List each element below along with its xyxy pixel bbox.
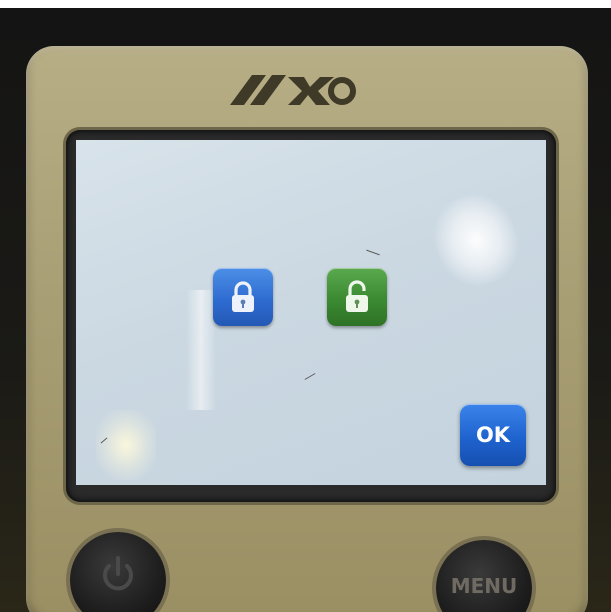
lock-closed-button[interactable] xyxy=(213,268,273,326)
padlock-open-icon xyxy=(346,280,368,312)
ok-button[interactable]: OK xyxy=(460,404,526,466)
photo-scene: OK MENU xyxy=(0,0,611,612)
screen-glare xyxy=(186,290,216,410)
screen-glare xyxy=(96,410,156,480)
screen-glare xyxy=(423,184,529,296)
lock-open-button[interactable] xyxy=(327,268,387,326)
screen-scratch xyxy=(366,249,380,256)
menu-button-label: MENU xyxy=(450,574,518,598)
screen-scratch xyxy=(304,373,316,380)
padlock-closed-icon xyxy=(232,281,254,312)
brand-logo xyxy=(230,75,356,105)
power-icon xyxy=(103,556,133,591)
lcd-screen: OK xyxy=(76,140,546,485)
